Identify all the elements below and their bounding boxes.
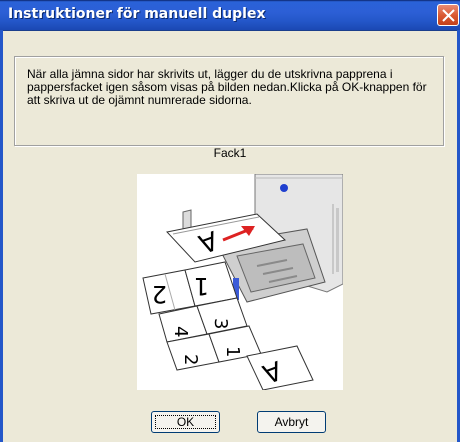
power-led-icon [280,184,288,192]
printer-tray-illustration: A 2 1 4 3 2 1 A [137,173,344,391]
page-glyph-1: 1 [194,272,209,300]
page-glyph-2b: 2 [180,354,201,365]
dialog-window: Instruktioner för manuell duplex När all… [0,0,460,442]
instruction-text: När alla jämna sidor har skrivits ut, lä… [27,67,427,107]
close-icon [442,9,455,22]
page-glyph-3: 3 [210,318,231,329]
page-glyph-1b: 1 [222,346,243,357]
window-frame-left [0,30,3,442]
ok-button[interactable]: OK [151,411,220,433]
window-title: Instruktioner för manuell duplex [8,6,266,22]
printer-illustration-svg: A 2 1 4 3 2 1 A [142,173,344,391]
instruction-group: När alla jämna sidor har skrivits ut, lä… [14,56,444,146]
title-bar[interactable]: Instruktioner för manuell duplex [0,0,460,31]
cancel-button-label: Avbryt [274,415,309,429]
close-button[interactable] [437,4,459,26]
tray-label: Fack1 [213,146,247,160]
cancel-button[interactable]: Avbryt [257,411,326,433]
page-glyph-2: 2 [152,280,167,308]
focus-ring [155,415,216,429]
page-glyph-4: 4 [170,326,191,337]
